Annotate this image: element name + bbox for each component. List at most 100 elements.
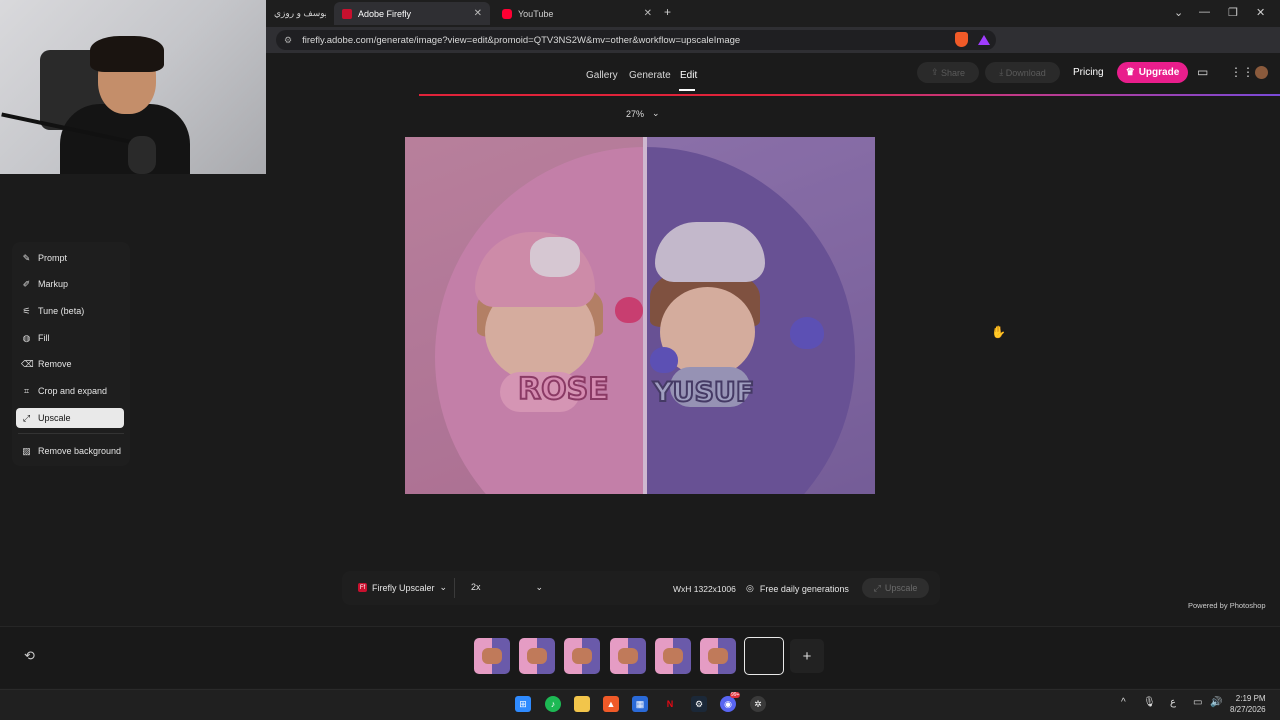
person-hair [90, 36, 164, 72]
crown-icon: ♛ [1125, 67, 1135, 78]
scale-value: 2x [471, 582, 481, 592]
netflix-icon[interactable]: N [662, 696, 678, 712]
tool-label: Remove [38, 359, 72, 369]
tab-youtube[interactable]: YouTube ✕ [494, 2, 660, 25]
credits-icon: ◎ [746, 583, 754, 593]
tab-arabic[interactable]: يوسف و روزي - ... [266, 2, 334, 25]
tool-fill[interactable]: ◍ Fill [16, 328, 124, 348]
adobe-firefly-icon [342, 8, 352, 19]
upscale-button[interactable]: ⤢ Upscale [862, 578, 929, 598]
free-generations-info[interactable]: ◎ Free daily generations [746, 583, 849, 594]
processing-overlay [405, 137, 875, 494]
close-icon[interactable]: ✕ [644, 8, 652, 19]
system-clock[interactable]: 2:19 PM 8/27/2026 [1230, 693, 1266, 715]
history-thumbnail-selected[interactable] [744, 637, 784, 675]
canvas-image[interactable]: ROSE YUSUF [405, 137, 875, 494]
new-tab-button[interactable]: + [664, 5, 671, 19]
tool-upscale[interactable]: ⤢ Upscale [16, 408, 124, 428]
webcam-overlay [0, 0, 266, 174]
tool-label: Crop and expand [38, 386, 108, 396]
upgrade-button[interactable]: ♛ Upgrade [1117, 62, 1188, 83]
history-thumbnail[interactable] [610, 638, 646, 674]
brave-browser-icon[interactable]: ▲ [603, 696, 619, 712]
file-explorer-icon[interactable] [574, 696, 590, 712]
brave-rewards-icon[interactable] [978, 35, 990, 45]
nav-generate[interactable]: Generate [629, 70, 671, 81]
close-icon[interactable]: ✕ [474, 8, 482, 19]
prompt-icon: ✎ [22, 252, 31, 263]
thumbnail-figure [482, 648, 502, 664]
volume-icon[interactable]: 🔊 [1210, 697, 1222, 708]
model-label: Firefly Upscaler [372, 582, 435, 593]
tool-label: Markup [38, 279, 69, 289]
nav-gallery[interactable]: Gallery [586, 70, 618, 81]
share-label: Share [941, 67, 966, 78]
nav-active-underline [679, 89, 695, 91]
chevron-down-icon: ⌄ [535, 582, 543, 592]
avatar[interactable] [1255, 66, 1268, 79]
tool-label: Fill [38, 333, 50, 343]
tool-remove-background[interactable]: ▨ Remove background [16, 441, 124, 461]
feedback-icon[interactable]: ▭ [1197, 65, 1208, 79]
thumbnail-figure [572, 648, 592, 664]
history-thumbnail[interactable] [519, 638, 555, 674]
tool-label: Upscale [38, 413, 71, 423]
zoom-level: 27% [626, 108, 645, 119]
tab-label: YouTube [518, 8, 554, 19]
fill-icon: ◍ [22, 332, 31, 343]
url-input[interactable]: ⚙ firefly.adobe.com/generate/image?view=… [276, 30, 996, 50]
thumbnail-figure [708, 648, 728, 664]
history-thumbnail[interactable] [564, 638, 600, 674]
tool-remove[interactable]: ⌫ Remove [16, 354, 124, 374]
output-dimensions: WxH 1322x1006 [673, 584, 736, 594]
apps-grid-icon[interactable]: ⋮⋮ [1230, 65, 1254, 79]
pricing-link[interactable]: Pricing [1073, 67, 1104, 78]
history-thumbnail[interactable] [655, 638, 691, 674]
upscale-button-label: Upscale [884, 583, 918, 593]
tool-label: Remove background [38, 446, 122, 456]
tool-label: Tune (beta) [38, 306, 85, 316]
microphone-icon[interactable]: 🎙 [1143, 697, 1156, 708]
close-window-icon[interactable]: ✕ [1256, 6, 1265, 19]
share-button[interactable]: ⇪ Share [917, 62, 979, 83]
spotify-icon[interactable]: ♪ [545, 696, 561, 712]
edit-tools-panel: ✎ Prompt ✐ Markup ⚟ Tune (beta) ◍ Fill ⌫… [12, 242, 130, 466]
bar-divider [454, 578, 455, 598]
tool-markup[interactable]: ✐ Markup [16, 274, 124, 294]
zoom-control[interactable]: 27% ⌄ [626, 108, 660, 119]
markup-icon: ✐ [22, 278, 31, 289]
tab-adobe-firefly[interactable]: Adobe Firefly ✕ [334, 2, 490, 25]
steam-icon[interactable]: ⚙ [691, 696, 707, 712]
chevron-up-icon[interactable]: ^ [1121, 697, 1126, 708]
tool-divider [18, 433, 124, 434]
scale-select[interactable]: 2x ⌄ [471, 582, 543, 593]
brave-shield-icon[interactable] [955, 32, 968, 47]
minimize-icon[interactable]: — [1199, 6, 1210, 18]
download-button[interactable]: ⤓ Download [985, 62, 1060, 83]
network-icon[interactable]: ▭ [1193, 697, 1202, 708]
tool-tune[interactable]: ⚟ Tune (beta) [16, 301, 124, 321]
app-icon[interactable]: ✲ [750, 696, 766, 712]
add-image-button[interactable]: + [790, 639, 824, 673]
thumbnail-figure [663, 648, 683, 664]
tool-prompt[interactable]: ✎ Prompt [16, 248, 124, 268]
tab-label: Adobe Firefly [358, 8, 412, 19]
discord-icon[interactable]: ◉ [720, 696, 736, 712]
microphone [128, 136, 156, 174]
history-thumbnail[interactable] [700, 638, 736, 674]
microsoft-store-icon[interactable]: ▦ [632, 696, 648, 712]
free-generations-label: Free daily generations [759, 583, 849, 594]
maximize-icon[interactable]: ❐ [1228, 6, 1238, 19]
windows-start-icon[interactable]: ⊞ [515, 696, 531, 712]
keyboard-layout-icon[interactable]: ع [1170, 697, 1176, 708]
nav-edit[interactable]: Edit [680, 70, 697, 81]
tool-crop-expand[interactable]: ⌗ Crop and expand [16, 381, 124, 401]
site-info-icon[interactable]: ⚙ [284, 35, 292, 46]
history-icon[interactable]: ⟲ [24, 648, 35, 664]
tab-label: يوسف و روزي - ... [274, 8, 326, 18]
upscale-icon: ⤢ [22, 412, 31, 423]
model-picker[interactable]: Ff Firefly Upscaler ⌄ [358, 582, 447, 593]
tab-search-icon[interactable]: ⌄ [1174, 6, 1183, 19]
url-text: firefly.adobe.com/generate/image?view=ed… [302, 34, 741, 46]
history-thumbnail[interactable] [474, 638, 510, 674]
